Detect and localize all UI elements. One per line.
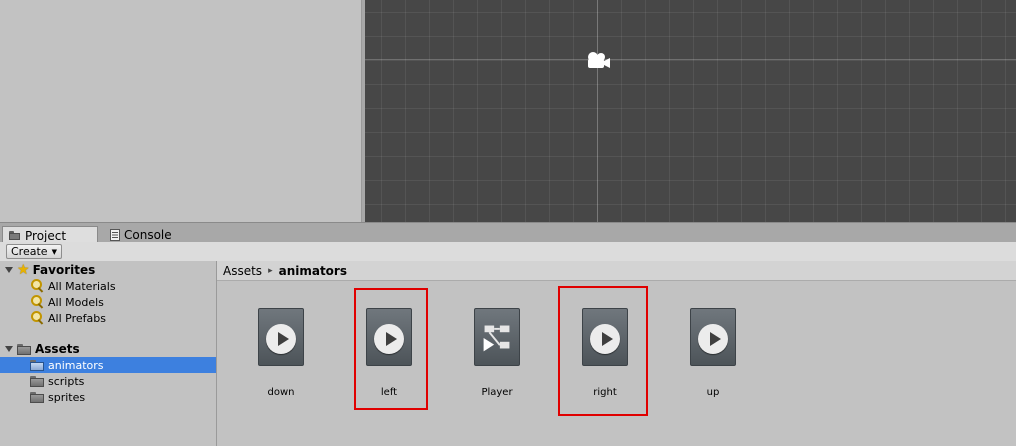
folder-icon xyxy=(30,375,45,387)
play-icon xyxy=(266,324,296,354)
tree-item-all-models[interactable]: All Models xyxy=(0,294,216,310)
animator-controller-icon xyxy=(474,308,520,366)
create-button-label: Create xyxy=(11,245,48,258)
tree-item-all-prefabs[interactable]: All Prefabs xyxy=(0,310,216,326)
tree-item-scripts[interactable]: scripts xyxy=(0,373,216,389)
expand-arrow-icon[interactable] xyxy=(5,267,13,273)
scene-view[interactable] xyxy=(365,0,1016,222)
chevron-down-icon: ▼ xyxy=(51,247,57,256)
asset-label: Player xyxy=(481,387,513,398)
tab-project[interactable]: Project xyxy=(2,226,98,243)
tab-console-label: Console xyxy=(124,228,172,242)
tree-item-label: All Materials xyxy=(48,279,116,293)
tree-item-label: animators xyxy=(48,358,104,372)
highlight-box-right xyxy=(558,286,648,416)
create-button[interactable]: Create ▼ xyxy=(6,244,62,259)
project-tree-panel: ★ Favorites All Materials All Models All… xyxy=(0,261,217,446)
animation-clip-icon xyxy=(690,308,736,366)
asset-label: down xyxy=(267,387,295,398)
search-icon xyxy=(30,279,45,293)
asset-browser: Assets ▸ animators down left Player righ… xyxy=(217,261,1016,446)
hierarchy-pane xyxy=(0,0,362,222)
expand-arrow-icon[interactable] xyxy=(5,346,13,352)
tab-console[interactable]: Console xyxy=(104,226,194,243)
asset-tile-player[interactable]: Player xyxy=(454,308,540,404)
folder-icon xyxy=(9,231,21,240)
state-graph-icon xyxy=(483,325,510,352)
breadcrumb: Assets ▸ animators xyxy=(217,261,1016,281)
tree-assets-header[interactable]: Assets xyxy=(0,341,216,357)
folder-icon xyxy=(30,359,45,371)
folder-icon xyxy=(17,343,32,355)
asset-tile-down[interactable]: down xyxy=(238,308,324,404)
play-icon xyxy=(698,324,728,354)
tree-item-sprites[interactable]: sprites xyxy=(0,389,216,405)
tree-item-animators[interactable]: animators xyxy=(0,357,216,373)
tree-assets-label: Assets xyxy=(35,342,80,356)
asset-label: up xyxy=(706,387,720,398)
tree-item-all-materials[interactable]: All Materials xyxy=(0,278,216,294)
breadcrumb-separator-icon: ▸ xyxy=(268,265,273,276)
tab-project-label: Project xyxy=(25,228,67,243)
tree-favorites-label: Favorites xyxy=(32,263,96,277)
tree-item-label: scripts xyxy=(48,374,85,388)
scene-axis-horizontal xyxy=(365,59,1016,60)
tree-item-label: sprites xyxy=(48,390,86,404)
panel-tab-bar: Project Console xyxy=(0,222,1016,243)
console-icon xyxy=(110,229,120,241)
search-icon xyxy=(30,295,45,309)
tree-favorites-header[interactable]: ★ Favorites xyxy=(0,262,216,278)
camera-gizmo-icon[interactable] xyxy=(584,50,612,72)
folder-icon xyxy=(30,391,45,403)
project-toolbar: Create ▼ xyxy=(0,242,1016,262)
tree-item-label: All Prefabs xyxy=(48,311,106,325)
star-icon: ★ xyxy=(17,262,30,278)
highlight-box-left xyxy=(354,288,428,410)
animation-clip-icon xyxy=(258,308,304,366)
search-icon xyxy=(30,311,45,325)
breadcrumb-item-assets[interactable]: Assets xyxy=(223,264,262,278)
asset-tile-up[interactable]: up xyxy=(670,308,756,404)
tree-item-label: All Models xyxy=(48,295,104,309)
breadcrumb-item-animators[interactable]: animators xyxy=(279,264,347,278)
scene-axis-vertical xyxy=(597,0,598,222)
